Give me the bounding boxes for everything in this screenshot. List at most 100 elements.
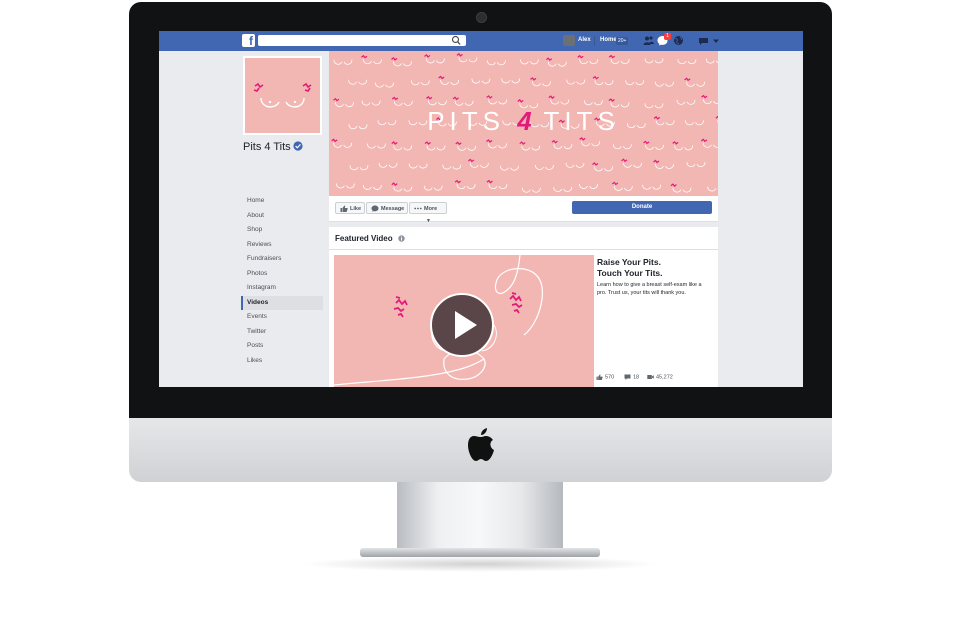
quick-help-icon[interactable] xyxy=(698,35,709,46)
sidebar-item-twitter[interactable]: Twitter xyxy=(241,325,323,339)
home-count-badge: 20+ xyxy=(616,37,629,45)
sidebar-item-instagram[interactable]: Instagram xyxy=(241,281,323,295)
sidebar-item-events[interactable]: Events xyxy=(241,310,323,324)
sidebar-item-about[interactable]: About xyxy=(241,209,323,223)
cover-motif xyxy=(583,100,603,106)
cover-motif xyxy=(653,159,674,169)
video-title-line-2[interactable]: Touch Your Tits. xyxy=(597,268,663,278)
stand-shadow xyxy=(300,556,660,572)
cover-motif xyxy=(499,165,519,171)
cover-motif xyxy=(545,57,567,67)
cover-motif xyxy=(519,141,541,151)
cover-motif xyxy=(686,162,706,167)
cover-motif xyxy=(391,96,413,106)
message-button[interactable]: Message xyxy=(366,202,408,214)
video-player[interactable] xyxy=(334,255,594,387)
cover-motif xyxy=(643,140,664,150)
donate-button[interactable]: Donate xyxy=(572,201,712,214)
video-comments: 18 xyxy=(624,374,639,380)
cover-title-left: PITS xyxy=(427,106,505,136)
cover-motif xyxy=(677,59,697,65)
cover-title-accent: 4 xyxy=(517,106,532,136)
cover-motif xyxy=(362,184,382,190)
cover-motif xyxy=(670,183,692,193)
cover-motif xyxy=(684,77,706,87)
chevron-down-icon: ▼ xyxy=(426,218,431,224)
message-button-label: Message xyxy=(381,206,405,212)
more-button[interactable]: More ▼ xyxy=(409,202,447,224)
cover-motif xyxy=(621,158,642,168)
cover-motif xyxy=(535,164,554,170)
sidebar-item-shop[interactable]: Shop xyxy=(241,223,323,237)
cover-motif xyxy=(348,79,368,85)
cover-motif xyxy=(452,96,474,106)
cover-motif xyxy=(644,58,664,64)
nav-divider xyxy=(594,36,595,46)
cover-motif xyxy=(408,163,428,169)
like-button[interactable]: Like xyxy=(335,202,365,214)
cover-motif xyxy=(378,162,398,168)
cover-motif xyxy=(577,54,599,65)
cover-motif xyxy=(438,75,460,85)
search-input[interactable] xyxy=(258,35,466,46)
cover-motif xyxy=(486,95,508,105)
sidebar-item-photos[interactable]: Photos xyxy=(241,267,323,281)
play-button-icon[interactable] xyxy=(430,293,494,357)
cover-motif xyxy=(705,58,718,64)
profile-picture[interactable] xyxy=(243,56,322,135)
cover-motif xyxy=(471,78,491,84)
cover-motif xyxy=(521,187,541,193)
cover-photo[interactable]: PITS 4 TITS xyxy=(329,51,718,196)
video-description: Learn how to give a breast self-exam lik… xyxy=(597,282,702,296)
avatar[interactable] xyxy=(563,35,575,46)
search-icon[interactable] xyxy=(451,35,461,46)
video-likes: 570 xyxy=(596,374,614,380)
cover-motif xyxy=(551,139,573,150)
cover-motif xyxy=(579,137,601,147)
notifications-globe-icon[interactable] xyxy=(673,35,684,46)
cover-motif xyxy=(367,143,386,149)
cover-motif xyxy=(612,144,632,150)
nav-user-name[interactable]: Alex xyxy=(578,37,591,43)
info-icon[interactable] xyxy=(398,235,405,242)
cover-motif xyxy=(672,141,694,151)
divider xyxy=(329,249,718,250)
like-button-label: Like xyxy=(350,206,362,212)
sidebar-item-videos[interactable]: Videos xyxy=(241,295,323,310)
sidebar-item-reviews[interactable]: Reviews xyxy=(241,238,323,252)
cover-title-right: TITS xyxy=(543,106,620,136)
monitor-foot xyxy=(360,548,600,557)
cover-motif xyxy=(410,80,430,86)
apple-logo-icon xyxy=(468,428,494,461)
cover-motif xyxy=(548,95,570,105)
friend-requests-icon[interactable] xyxy=(643,35,654,46)
cover-motif xyxy=(642,184,662,190)
cover-motif xyxy=(455,141,477,151)
video-title-line-1[interactable]: Raise Your Pits. xyxy=(597,257,661,267)
sidebar-item-posts[interactable]: Posts xyxy=(241,339,323,353)
facebook-logo-icon[interactable]: f xyxy=(242,34,255,48)
cover-motif xyxy=(592,162,613,172)
sidebar-item-fundraisers[interactable]: Fundraisers xyxy=(241,252,323,266)
account-dropdown-icon[interactable] xyxy=(712,37,720,45)
cover-motif xyxy=(391,182,413,192)
cover-motif xyxy=(336,183,355,189)
cover-motif xyxy=(501,78,521,84)
nav-home-link[interactable]: Home xyxy=(600,37,617,43)
cover-motif xyxy=(655,81,674,87)
sidebar-item-likes[interactable]: Likes xyxy=(241,354,323,368)
video-comments-count: 18 xyxy=(633,374,640,381)
cover-motif xyxy=(454,179,476,190)
video-views-count: 45,272 xyxy=(656,374,673,381)
sidebar-item-home[interactable]: Home xyxy=(241,194,323,208)
cover-motif xyxy=(391,141,413,151)
cover-motif xyxy=(361,54,382,65)
right-column xyxy=(718,51,803,387)
cover-motif xyxy=(676,99,696,105)
cover-motif xyxy=(611,181,633,191)
cover-motif xyxy=(361,100,381,106)
cover-motif xyxy=(566,79,586,85)
cover-motif xyxy=(442,164,462,170)
cover-motif xyxy=(333,59,353,65)
cover-motif xyxy=(700,138,718,148)
